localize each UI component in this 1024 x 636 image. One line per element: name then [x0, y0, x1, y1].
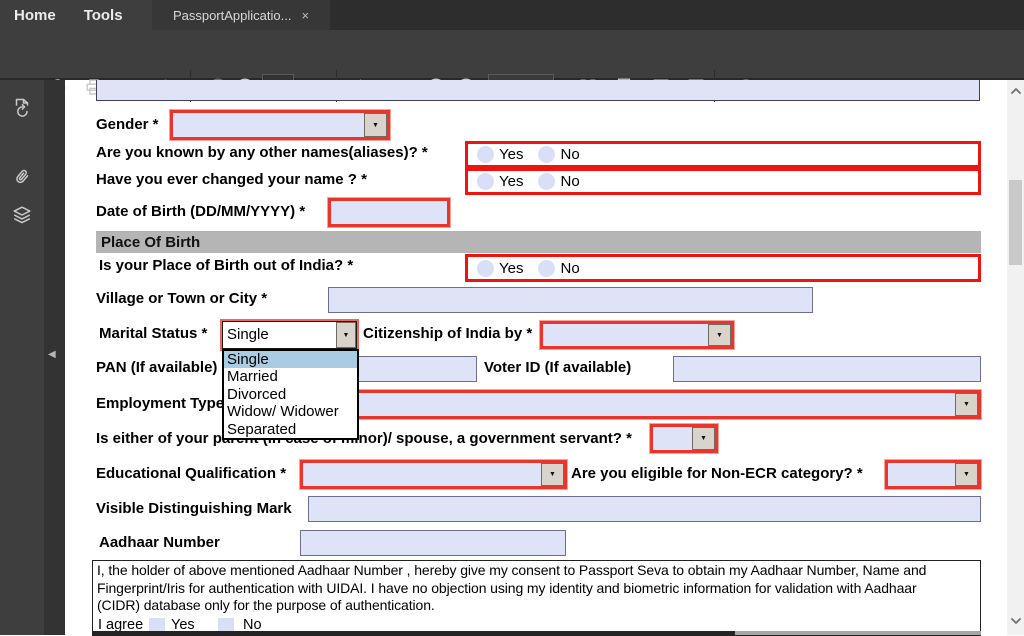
tab-bar: Home Tools PassportApplicatio... ×	[0, 0, 1024, 30]
dropdown-option[interactable]: Divorced	[224, 386, 357, 403]
chevron-down-icon[interactable]: ▼	[364, 113, 387, 137]
nav-tabs: Home Tools	[0, 0, 152, 30]
layers-icon[interactable]	[10, 203, 34, 227]
mark-label: Visible Distinguishing Mark	[96, 501, 292, 517]
changed-name-no-radio[interactable]	[538, 173, 555, 190]
village-label: Village or Town or City *	[96, 291, 267, 307]
birth-out-yes-radio[interactable]	[477, 260, 494, 277]
scroll-up-icon[interactable]	[1009, 84, 1023, 98]
changed-name-label: Have you ever changed your name ? *	[96, 172, 367, 188]
education-label: Educational Qualification *	[96, 466, 286, 482]
marital-dropdown-list[interactable]: SingleMarriedDivorcedWidow/ WidowerSepar…	[222, 349, 359, 440]
village-input[interactable]	[328, 287, 813, 313]
marital-selected-value: Single	[227, 326, 269, 343]
changed-name-radio-group: Yes No	[465, 168, 981, 195]
chevron-down-icon[interactable]: ▼	[541, 463, 564, 486]
consent-line: I, the holder of above mentioned Aadhaar…	[97, 562, 976, 580]
dropdown-option[interactable]: Separated	[224, 421, 357, 438]
section-title: Place Of Birth	[101, 234, 200, 251]
gender-label: Gender *	[96, 117, 159, 133]
dob-label: Date of Birth (DD/MM/YYYY) *	[96, 204, 305, 220]
scrollbar-thumb[interactable]	[1009, 180, 1022, 265]
yes-label: Yes	[499, 146, 523, 163]
clipped-next-section	[92, 631, 735, 635]
export-pdf-icon[interactable]	[10, 96, 34, 120]
employment-select[interactable]: ▼	[305, 390, 981, 419]
document-tab-title: PassportApplicatio...	[173, 8, 292, 23]
chevron-down-icon[interactable]: ▼	[692, 427, 715, 450]
chevron-down-icon[interactable]: ▼	[955, 463, 978, 486]
citizenship-select[interactable]: ▼	[540, 321, 734, 349]
chevron-down-icon[interactable]: ▼	[708, 324, 731, 346]
dob-input[interactable]	[328, 198, 450, 227]
tab-home[interactable]: Home	[14, 7, 56, 24]
dropdown-option[interactable]: Single	[224, 351, 357, 368]
aadhaar-input[interactable]	[300, 530, 566, 556]
vertical-scrollbar[interactable]	[1007, 80, 1024, 635]
dropdown-option[interactable]: Widow/ Widower	[224, 403, 357, 420]
changed-name-yes-radio[interactable]	[477, 173, 494, 190]
aliases-no-radio[interactable]	[538, 146, 555, 163]
truncated-top-field[interactable]	[96, 80, 980, 101]
attachments-icon[interactable]	[10, 165, 34, 189]
voter-input[interactable]	[673, 356, 981, 382]
voter-label: Voter ID (If available)	[484, 360, 631, 376]
non-ecr-label: Are you eligible for Non-ECR category? *	[571, 466, 863, 482]
tab-tools[interactable]: Tools	[84, 7, 123, 24]
yes-label: Yes	[499, 173, 523, 190]
citizenship-label: Citizenship of India by *	[363, 326, 532, 342]
no-label: No	[560, 260, 579, 277]
chevron-down-icon[interactable]: ▼	[336, 322, 356, 348]
yes-label: Yes	[499, 260, 523, 277]
document-tab[interactable]: PassportApplicatio... ×	[152, 0, 330, 30]
collapse-panel-icon[interactable]: ◀	[48, 349, 56, 360]
no-label: No	[560, 173, 579, 190]
marital-label: Marital Status *	[99, 326, 207, 342]
toolbar: / 3 101% ▼	[0, 30, 1024, 80]
pan-label: PAN (If available)	[96, 360, 217, 376]
aliases-label: Are you known by any other names(aliases…	[96, 145, 428, 161]
gender-select[interactable]: ▼	[170, 110, 390, 140]
govt-servant-select[interactable]: ▼	[650, 424, 718, 453]
education-select[interactable]: ▼	[300, 460, 567, 489]
chevron-down-icon[interactable]: ▼	[955, 393, 978, 416]
dropdown-option[interactable]: Married	[224, 368, 357, 385]
mark-input[interactable]	[308, 496, 981, 522]
birth-out-radio-group: Yes No	[465, 254, 981, 282]
section-place-of-birth: Place Of Birth	[96, 231, 981, 253]
aliases-yes-radio[interactable]	[477, 146, 494, 163]
employment-label: Employment Type	[96, 396, 224, 412]
consent-line: (CIDR) database only for the purpose of …	[97, 597, 976, 615]
left-rail	[0, 80, 44, 635]
no-label: No	[560, 146, 579, 163]
birth-out-no-radio[interactable]	[538, 260, 555, 277]
birth-out-label: Is your Place of Birth out of India? *	[99, 258, 353, 274]
consent-line: Fingerprint/Iris for authentication with…	[97, 580, 976, 598]
govt-servant-label: Is either of your parent (in case of min…	[96, 431, 632, 447]
close-tab-icon[interactable]: ×	[301, 9, 309, 22]
non-ecr-select[interactable]: ▼	[885, 460, 981, 489]
marital-select[interactable]: Single ▼	[222, 321, 357, 349]
scroll-down-icon[interactable]	[1009, 614, 1023, 628]
aadhaar-label: Aadhaar Number	[99, 535, 220, 551]
clipped-next-section	[735, 631, 981, 635]
acrobat-window: { "window": { "nav_tabs": [ {"label": "H…	[0, 0, 1024, 635]
aliases-radio-group: Yes No	[465, 141, 981, 168]
